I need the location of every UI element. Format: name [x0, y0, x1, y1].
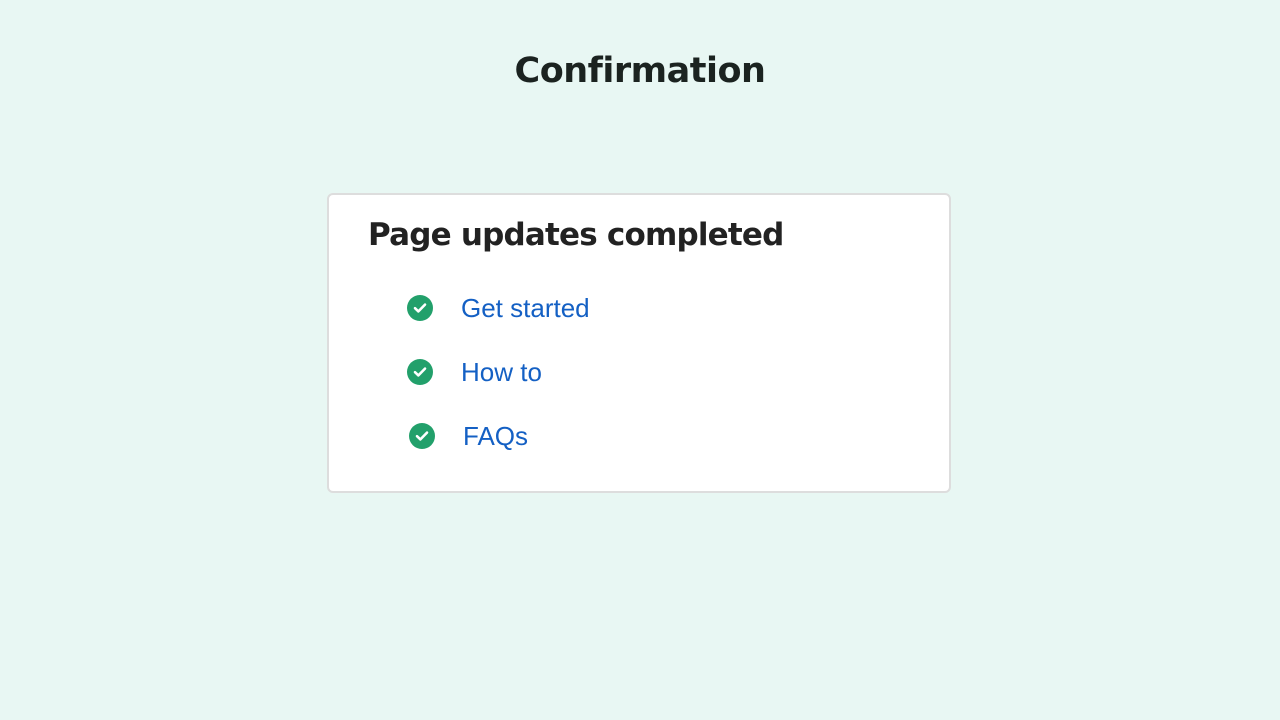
faqs-link[interactable]: FAQs: [463, 421, 528, 451]
card-title: Page updates completed: [368, 217, 784, 253]
list-item: Get started: [407, 293, 590, 323]
updates-card: Page updates completed Get started How t…: [327, 193, 951, 493]
get-started-link[interactable]: Get started: [461, 293, 590, 323]
page-title: Confirmation: [514, 51, 766, 91]
list-item: FAQs: [409, 421, 528, 451]
how-to-link[interactable]: How to: [461, 357, 542, 387]
list-item: How to: [407, 357, 542, 387]
check-circle-icon: [407, 359, 433, 385]
check-circle-icon: [407, 295, 433, 321]
check-circle-icon: [409, 423, 435, 449]
